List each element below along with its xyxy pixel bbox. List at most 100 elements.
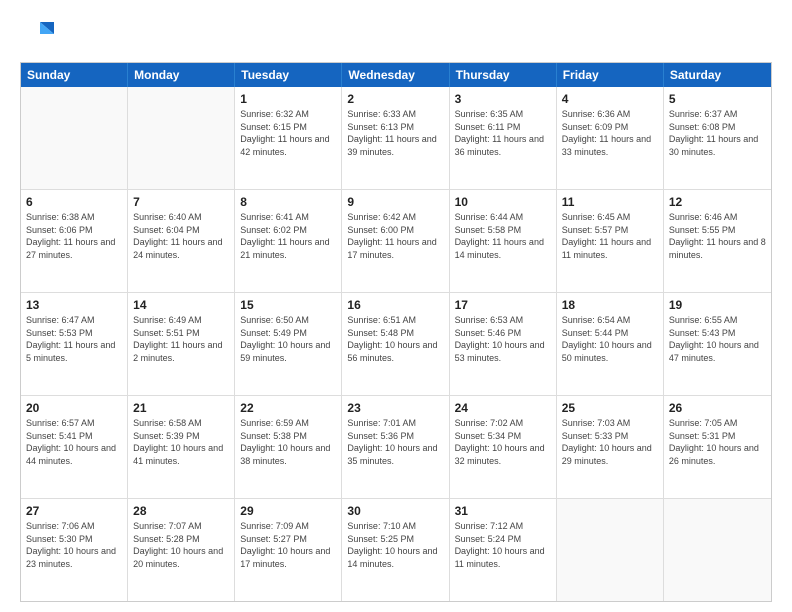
day-number: 7 (133, 194, 229, 210)
cal-cell-4-3: 22Sunrise: 6:59 AM Sunset: 5:38 PM Dayli… (235, 396, 342, 498)
day-number: 27 (26, 503, 122, 519)
day-info: Sunrise: 7:01 AM Sunset: 5:36 PM Dayligh… (347, 417, 443, 467)
cal-cell-3-7: 19Sunrise: 6:55 AM Sunset: 5:43 PM Dayli… (664, 293, 771, 395)
cal-cell-3-5: 17Sunrise: 6:53 AM Sunset: 5:46 PM Dayli… (450, 293, 557, 395)
day-info: Sunrise: 7:03 AM Sunset: 5:33 PM Dayligh… (562, 417, 658, 467)
day-number: 18 (562, 297, 658, 313)
day-number: 28 (133, 503, 229, 519)
cal-cell-5-5: 31Sunrise: 7:12 AM Sunset: 5:24 PM Dayli… (450, 499, 557, 601)
cal-cell-2-2: 7Sunrise: 6:40 AM Sunset: 6:04 PM Daylig… (128, 190, 235, 292)
day-info: Sunrise: 6:50 AM Sunset: 5:49 PM Dayligh… (240, 314, 336, 364)
logo-icon (20, 16, 56, 52)
day-number: 16 (347, 297, 443, 313)
day-info: Sunrise: 6:38 AM Sunset: 6:06 PM Dayligh… (26, 211, 122, 261)
day-info: Sunrise: 6:42 AM Sunset: 6:00 PM Dayligh… (347, 211, 443, 261)
cal-cell-2-6: 11Sunrise: 6:45 AM Sunset: 5:57 PM Dayli… (557, 190, 664, 292)
cal-cell-4-4: 23Sunrise: 7:01 AM Sunset: 5:36 PM Dayli… (342, 396, 449, 498)
weekday-header-thursday: Thursday (450, 63, 557, 87)
day-info: Sunrise: 6:54 AM Sunset: 5:44 PM Dayligh… (562, 314, 658, 364)
day-number: 21 (133, 400, 229, 416)
cal-cell-5-3: 29Sunrise: 7:09 AM Sunset: 5:27 PM Dayli… (235, 499, 342, 601)
day-number: 4 (562, 91, 658, 107)
cal-cell-4-5: 24Sunrise: 7:02 AM Sunset: 5:34 PM Dayli… (450, 396, 557, 498)
day-number: 5 (669, 91, 766, 107)
cal-cell-4-7: 26Sunrise: 7:05 AM Sunset: 5:31 PM Dayli… (664, 396, 771, 498)
calendar-header: SundayMondayTuesdayWednesdayThursdayFrid… (21, 63, 771, 87)
weekday-header-sunday: Sunday (21, 63, 128, 87)
weekday-header-tuesday: Tuesday (235, 63, 342, 87)
calendar-row-1: 1Sunrise: 6:32 AM Sunset: 6:15 PM Daylig… (21, 87, 771, 189)
day-info: Sunrise: 6:37 AM Sunset: 6:08 PM Dayligh… (669, 108, 766, 158)
day-number: 2 (347, 91, 443, 107)
cal-cell-1-2 (128, 87, 235, 189)
cal-cell-1-6: 4Sunrise: 6:36 AM Sunset: 6:09 PM Daylig… (557, 87, 664, 189)
cal-cell-3-2: 14Sunrise: 6:49 AM Sunset: 5:51 PM Dayli… (128, 293, 235, 395)
day-number: 15 (240, 297, 336, 313)
weekday-header-monday: Monday (128, 63, 235, 87)
day-info: Sunrise: 7:09 AM Sunset: 5:27 PM Dayligh… (240, 520, 336, 570)
day-number: 22 (240, 400, 336, 416)
day-number: 10 (455, 194, 551, 210)
cal-cell-4-2: 21Sunrise: 6:58 AM Sunset: 5:39 PM Dayli… (128, 396, 235, 498)
day-info: Sunrise: 6:45 AM Sunset: 5:57 PM Dayligh… (562, 211, 658, 261)
day-number: 17 (455, 297, 551, 313)
day-info: Sunrise: 6:55 AM Sunset: 5:43 PM Dayligh… (669, 314, 766, 364)
calendar-body: 1Sunrise: 6:32 AM Sunset: 6:15 PM Daylig… (21, 87, 771, 601)
cal-cell-1-4: 2Sunrise: 6:33 AM Sunset: 6:13 PM Daylig… (342, 87, 449, 189)
cal-cell-3-6: 18Sunrise: 6:54 AM Sunset: 5:44 PM Dayli… (557, 293, 664, 395)
cal-cell-4-1: 20Sunrise: 6:57 AM Sunset: 5:41 PM Dayli… (21, 396, 128, 498)
calendar: SundayMondayTuesdayWednesdayThursdayFrid… (20, 62, 772, 602)
day-info: Sunrise: 7:12 AM Sunset: 5:24 PM Dayligh… (455, 520, 551, 570)
cal-cell-2-5: 10Sunrise: 6:44 AM Sunset: 5:58 PM Dayli… (450, 190, 557, 292)
day-number: 1 (240, 91, 336, 107)
day-number: 23 (347, 400, 443, 416)
day-number: 3 (455, 91, 551, 107)
cal-cell-1-7: 5Sunrise: 6:37 AM Sunset: 6:08 PM Daylig… (664, 87, 771, 189)
calendar-row-3: 13Sunrise: 6:47 AM Sunset: 5:53 PM Dayli… (21, 292, 771, 395)
logo (20, 16, 60, 52)
day-number: 30 (347, 503, 443, 519)
day-number: 12 (669, 194, 766, 210)
day-number: 29 (240, 503, 336, 519)
cal-cell-1-3: 1Sunrise: 6:32 AM Sunset: 6:15 PM Daylig… (235, 87, 342, 189)
day-info: Sunrise: 6:32 AM Sunset: 6:15 PM Dayligh… (240, 108, 336, 158)
cal-cell-5-1: 27Sunrise: 7:06 AM Sunset: 5:30 PM Dayli… (21, 499, 128, 601)
day-number: 20 (26, 400, 122, 416)
calendar-row-4: 20Sunrise: 6:57 AM Sunset: 5:41 PM Dayli… (21, 395, 771, 498)
day-info: Sunrise: 6:33 AM Sunset: 6:13 PM Dayligh… (347, 108, 443, 158)
day-info: Sunrise: 6:46 AM Sunset: 5:55 PM Dayligh… (669, 211, 766, 261)
day-number: 8 (240, 194, 336, 210)
cal-cell-2-3: 8Sunrise: 6:41 AM Sunset: 6:02 PM Daylig… (235, 190, 342, 292)
day-number: 19 (669, 297, 766, 313)
day-number: 6 (26, 194, 122, 210)
day-info: Sunrise: 6:35 AM Sunset: 6:11 PM Dayligh… (455, 108, 551, 158)
day-info: Sunrise: 6:51 AM Sunset: 5:48 PM Dayligh… (347, 314, 443, 364)
day-info: Sunrise: 7:02 AM Sunset: 5:34 PM Dayligh… (455, 417, 551, 467)
day-info: Sunrise: 7:05 AM Sunset: 5:31 PM Dayligh… (669, 417, 766, 467)
day-info: Sunrise: 6:58 AM Sunset: 5:39 PM Dayligh… (133, 417, 229, 467)
cal-cell-5-4: 30Sunrise: 7:10 AM Sunset: 5:25 PM Dayli… (342, 499, 449, 601)
cal-cell-2-4: 9Sunrise: 6:42 AM Sunset: 6:00 PM Daylig… (342, 190, 449, 292)
cal-cell-3-3: 15Sunrise: 6:50 AM Sunset: 5:49 PM Dayli… (235, 293, 342, 395)
day-info: Sunrise: 7:06 AM Sunset: 5:30 PM Dayligh… (26, 520, 122, 570)
day-number: 31 (455, 503, 551, 519)
cal-cell-5-7 (664, 499, 771, 601)
weekday-header-friday: Friday (557, 63, 664, 87)
day-info: Sunrise: 6:49 AM Sunset: 5:51 PM Dayligh… (133, 314, 229, 364)
day-info: Sunrise: 6:41 AM Sunset: 6:02 PM Dayligh… (240, 211, 336, 261)
day-info: Sunrise: 6:57 AM Sunset: 5:41 PM Dayligh… (26, 417, 122, 467)
cal-cell-2-7: 12Sunrise: 6:46 AM Sunset: 5:55 PM Dayli… (664, 190, 771, 292)
cal-cell-5-2: 28Sunrise: 7:07 AM Sunset: 5:28 PM Dayli… (128, 499, 235, 601)
weekday-header-wednesday: Wednesday (342, 63, 449, 87)
calendar-row-2: 6Sunrise: 6:38 AM Sunset: 6:06 PM Daylig… (21, 189, 771, 292)
cal-cell-1-1 (21, 87, 128, 189)
day-number: 13 (26, 297, 122, 313)
weekday-header-saturday: Saturday (664, 63, 771, 87)
day-info: Sunrise: 6:47 AM Sunset: 5:53 PM Dayligh… (26, 314, 122, 364)
day-info: Sunrise: 6:53 AM Sunset: 5:46 PM Dayligh… (455, 314, 551, 364)
cal-cell-4-6: 25Sunrise: 7:03 AM Sunset: 5:33 PM Dayli… (557, 396, 664, 498)
cal-cell-3-1: 13Sunrise: 6:47 AM Sunset: 5:53 PM Dayli… (21, 293, 128, 395)
day-info: Sunrise: 6:44 AM Sunset: 5:58 PM Dayligh… (455, 211, 551, 261)
cal-cell-2-1: 6Sunrise: 6:38 AM Sunset: 6:06 PM Daylig… (21, 190, 128, 292)
day-info: Sunrise: 7:10 AM Sunset: 5:25 PM Dayligh… (347, 520, 443, 570)
